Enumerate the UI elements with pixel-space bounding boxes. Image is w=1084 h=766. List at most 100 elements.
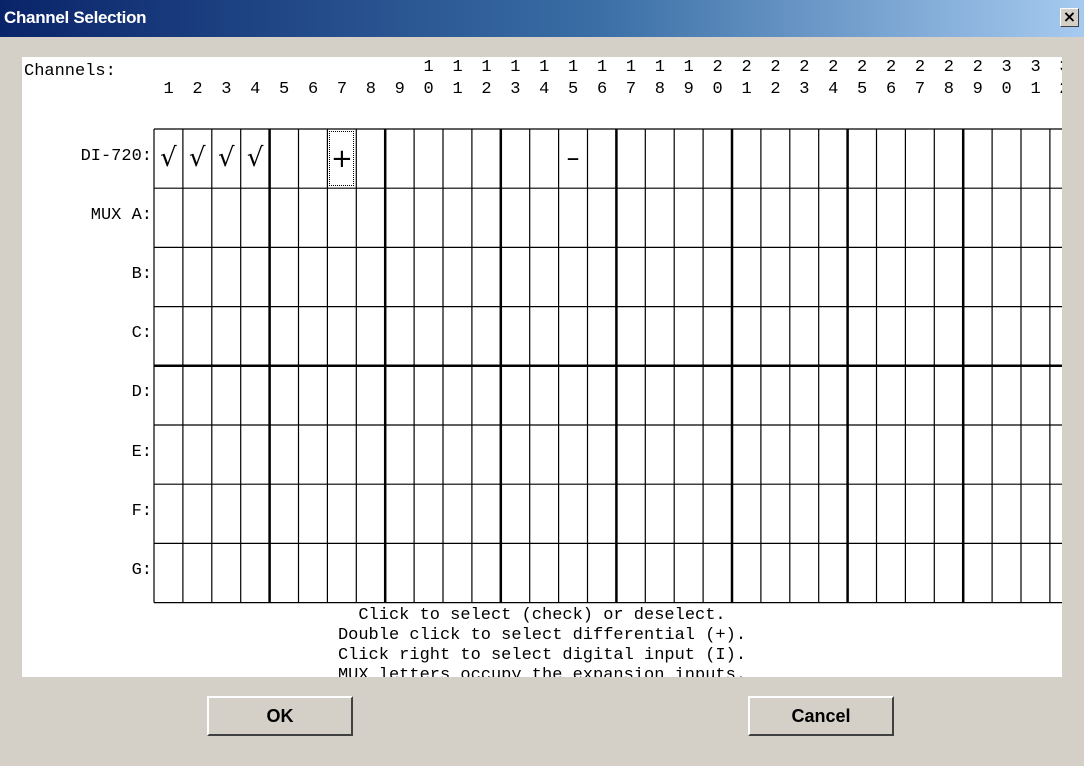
channel-cell[interactable]	[416, 249, 441, 304]
channel-cell[interactable]	[792, 368, 817, 423]
channel-cell[interactable]	[618, 131, 643, 186]
channel-cell[interactable]	[156, 427, 181, 482]
channel-cell[interactable]	[994, 486, 1019, 541]
channel-cell[interactable]	[214, 309, 239, 364]
channel-cell[interactable]	[156, 486, 181, 541]
channel-cell[interactable]	[185, 368, 210, 423]
close-button[interactable]: ×	[1060, 8, 1079, 27]
channel-cell[interactable]	[590, 309, 615, 364]
channel-cell[interactable]	[907, 368, 932, 423]
channel-cell[interactable]	[936, 486, 961, 541]
channel-cell[interactable]	[358, 309, 383, 364]
channel-cell[interactable]	[185, 249, 210, 304]
channel-cell[interactable]	[301, 131, 326, 186]
channel-cell[interactable]	[965, 249, 990, 304]
channel-cell[interactable]	[532, 545, 557, 600]
channel-cell[interactable]	[936, 427, 961, 482]
channel-cell[interactable]	[676, 131, 701, 186]
channel-cell[interactable]	[734, 249, 759, 304]
channel-cell[interactable]: √	[156, 131, 181, 186]
channel-cell[interactable]	[532, 309, 557, 364]
channel-cell[interactable]	[965, 131, 990, 186]
channel-cell[interactable]	[618, 309, 643, 364]
channel-cell[interactable]	[214, 486, 239, 541]
channel-cell[interactable]	[1023, 368, 1048, 423]
channel-cell[interactable]	[358, 249, 383, 304]
channel-cell[interactable]	[676, 427, 701, 482]
channel-cell[interactable]	[445, 309, 470, 364]
channel-cell[interactable]	[301, 427, 326, 482]
channel-cell[interactable]	[532, 486, 557, 541]
channel-cell[interactable]	[907, 486, 932, 541]
channel-cell[interactable]	[272, 249, 297, 304]
channel-cell[interactable]	[936, 190, 961, 245]
channel-cell[interactable]	[358, 368, 383, 423]
channel-cell[interactable]	[1023, 249, 1048, 304]
channel-cell[interactable]	[676, 486, 701, 541]
channel-cell[interactable]	[561, 545, 586, 600]
channel-cell[interactable]	[243, 545, 268, 600]
channel-cell[interactable]	[763, 427, 788, 482]
channel-cell[interactable]	[1052, 309, 1062, 364]
channel-cell[interactable]	[243, 309, 268, 364]
channel-cell[interactable]	[474, 427, 499, 482]
channel-cell[interactable]	[185, 190, 210, 245]
channel-cell[interactable]	[763, 368, 788, 423]
channel-cell[interactable]	[214, 545, 239, 600]
channel-cell[interactable]	[503, 249, 528, 304]
channel-cell[interactable]	[850, 427, 875, 482]
channel-cell[interactable]	[156, 545, 181, 600]
channel-cell[interactable]	[532, 249, 557, 304]
channel-cell[interactable]	[936, 545, 961, 600]
channel-cell[interactable]	[185, 486, 210, 541]
channel-cell[interactable]	[763, 190, 788, 245]
channel-cell[interactable]	[907, 190, 932, 245]
channel-cell[interactable]	[301, 190, 326, 245]
channel-cell[interactable]	[387, 131, 412, 186]
channel-cell[interactable]	[705, 545, 730, 600]
channel-cell[interactable]	[821, 545, 846, 600]
channel-cell[interactable]	[618, 486, 643, 541]
channel-cell[interactable]	[561, 309, 586, 364]
channel-cell[interactable]	[358, 131, 383, 186]
channel-cell[interactable]	[474, 545, 499, 600]
channel-cell[interactable]	[705, 131, 730, 186]
channel-cell[interactable]	[705, 486, 730, 541]
channel-cell[interactable]	[590, 249, 615, 304]
channel-cell[interactable]	[618, 545, 643, 600]
channel-cell[interactable]	[676, 309, 701, 364]
channel-cell[interactable]	[445, 368, 470, 423]
channel-cell[interactable]	[618, 249, 643, 304]
channel-cell[interactable]	[994, 545, 1019, 600]
channel-cell[interactable]	[329, 368, 354, 423]
channel-cell[interactable]	[301, 368, 326, 423]
channel-cell[interactable]	[329, 190, 354, 245]
channel-cell[interactable]	[647, 368, 672, 423]
channel-cell[interactable]	[965, 486, 990, 541]
channel-cell[interactable]	[503, 427, 528, 482]
channel-cell[interactable]	[561, 368, 586, 423]
channel-cell[interactable]	[532, 368, 557, 423]
channel-cell[interactable]	[1052, 368, 1062, 423]
channel-cell[interactable]	[1052, 131, 1062, 186]
channel-cell[interactable]	[618, 427, 643, 482]
channel-cell[interactable]	[647, 190, 672, 245]
channel-cell[interactable]	[358, 427, 383, 482]
channel-cell[interactable]	[301, 249, 326, 304]
channel-cell[interactable]	[590, 368, 615, 423]
channel-cell[interactable]	[792, 249, 817, 304]
channel-cell[interactable]	[590, 190, 615, 245]
channel-cell[interactable]	[821, 368, 846, 423]
channel-cell[interactable]	[387, 427, 412, 482]
channel-cell[interactable]	[879, 309, 904, 364]
channel-cell[interactable]	[185, 427, 210, 482]
channel-cell[interactable]	[532, 427, 557, 482]
channel-cell[interactable]	[272, 427, 297, 482]
channel-cell[interactable]	[503, 190, 528, 245]
channel-cell[interactable]	[647, 309, 672, 364]
channel-cell[interactable]	[474, 309, 499, 364]
channel-cell[interactable]	[676, 190, 701, 245]
channel-cell[interactable]	[503, 368, 528, 423]
channel-cell[interactable]	[994, 368, 1019, 423]
channel-cell[interactable]	[965, 545, 990, 600]
